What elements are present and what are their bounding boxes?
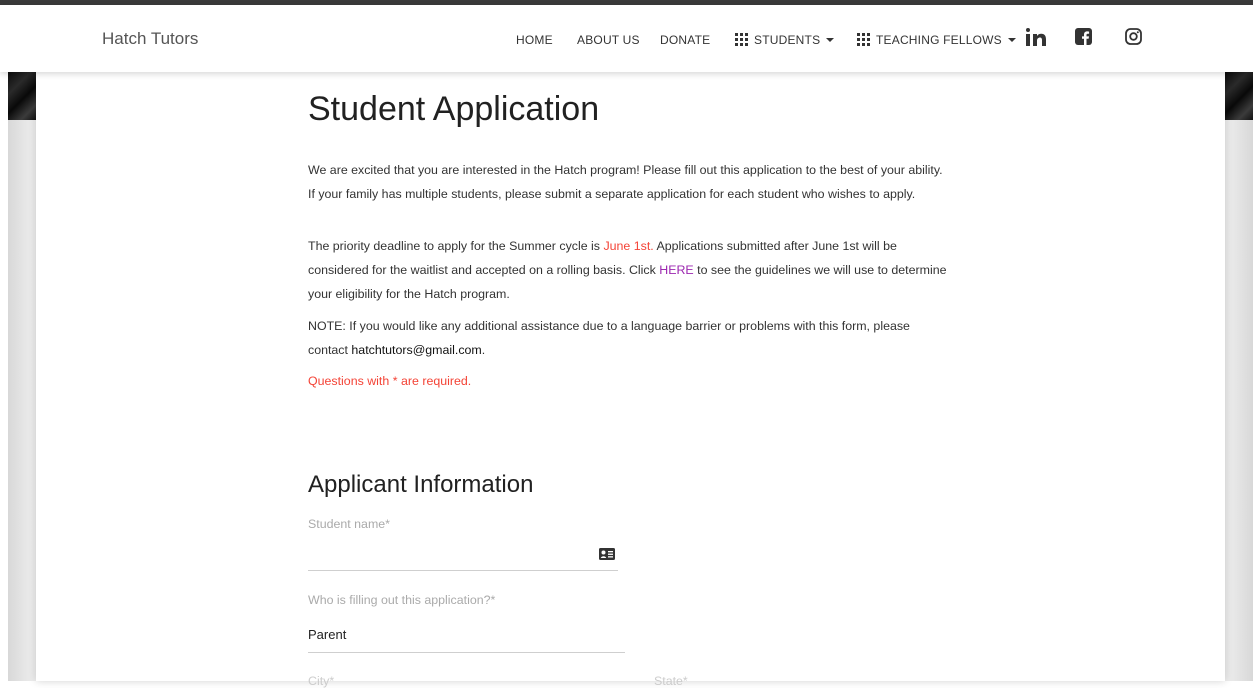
- apps-grid-icon: [857, 33, 870, 46]
- linkedin-icon[interactable]: [1026, 28, 1046, 46]
- intro-paragraph: We are excited that you are interested i…: [308, 163, 943, 201]
- city-label: City*: [308, 674, 335, 688]
- background-image-left: [8, 72, 36, 120]
- background-image-right: [1225, 72, 1253, 120]
- deadline-date: June 1st.: [603, 239, 654, 253]
- page-title: Student Application: [308, 90, 600, 128]
- chevron-down-icon: [826, 38, 835, 42]
- contact-email[interactable]: hatchtutors@gmail.com: [351, 343, 481, 357]
- filler-label: Who is filling out this application?*: [308, 593, 496, 607]
- student-name-underline: [308, 570, 618, 571]
- required-note: Questions with * are required.: [308, 374, 472, 388]
- nav-students-label: STUDENTS: [754, 33, 821, 47]
- filler-underline: [308, 652, 625, 653]
- brand-logo[interactable]: Hatch Tutors: [102, 29, 198, 49]
- navbar: Hatch Tutors HOME ABOUT US DONATE STUDEN…: [0, 5, 1253, 72]
- state-label: State*: [654, 674, 688, 688]
- student-name-label: Student name*: [308, 517, 390, 531]
- nav-teaching-fellows-dropdown[interactable]: TEACHING FELLOWS: [857, 33, 1016, 47]
- background-shade-left: [8, 120, 36, 681]
- note-paragraph: NOTE: If you would like any additional a…: [308, 314, 948, 362]
- nav-donate[interactable]: DONATE: [660, 33, 710, 47]
- nav-about-us[interactable]: ABOUT US: [577, 33, 640, 47]
- apps-grid-icon: [735, 33, 748, 46]
- section-title: Applicant Information: [308, 471, 534, 498]
- facebook-icon[interactable]: [1075, 28, 1092, 45]
- filler-select[interactable]: Parent: [308, 627, 346, 642]
- deadline-paragraph: The priority deadline to apply for the S…: [308, 234, 948, 306]
- nav-students-dropdown[interactable]: STUDENTS: [735, 33, 835, 47]
- instagram-icon[interactable]: [1125, 28, 1142, 45]
- chevron-down-icon: [1007, 38, 1016, 42]
- guidelines-link[interactable]: HERE: [659, 263, 693, 277]
- deadline-text-1: The priority deadline to apply for the S…: [308, 239, 604, 253]
- note-end: .: [481, 343, 486, 357]
- background-shade-right: [1225, 120, 1253, 681]
- id-card-icon: [599, 548, 615, 560]
- nav-home[interactable]: HOME: [516, 33, 553, 47]
- nav-teaching-fellows-label: TEACHING FELLOWS: [876, 33, 1002, 47]
